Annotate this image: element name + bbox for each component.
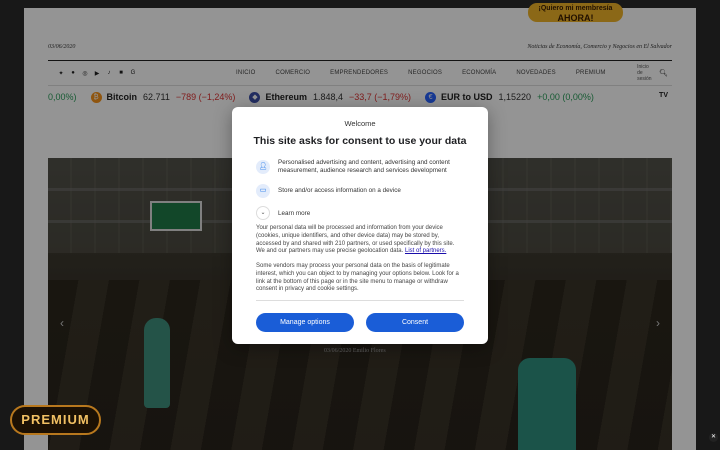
learn-more-label: Learn more — [278, 209, 311, 217]
partners-link[interactable]: List of partners. — [405, 248, 446, 254]
purpose-text: Store and/or access information on a dev… — [278, 187, 401, 194]
close-icon[interactable]: ✕ — [709, 433, 718, 442]
consent-button[interactable]: Consent — [366, 313, 464, 332]
consent-body-1: Your personal data will be processed and… — [256, 225, 464, 256]
chevron-down-icon: ⌄ — [256, 206, 270, 220]
consent-title: This site asks for consent to use your d… — [253, 135, 467, 147]
dialog-divider — [256, 300, 464, 301]
consent-body-2: Some vendors may process your personal d… — [256, 263, 459, 293]
device-icon: ▭ — [256, 184, 270, 198]
purpose-text: Personalised advertising and content, ad… — [278, 159, 450, 174]
consent-dialog: Welcome This site asks for consent to us… — [232, 107, 488, 344]
premium-badge-button[interactable]: PREMIUM — [10, 405, 101, 435]
person-icon: 👤︎ — [256, 160, 270, 174]
consent-welcome: Welcome — [344, 119, 376, 128]
manage-options-button[interactable]: Manage options — [256, 313, 354, 332]
purpose-advertising: 👤︎ Personalised advertising and content,… — [256, 159, 478, 175]
learn-more-toggle[interactable]: ⌄ Learn more — [256, 206, 310, 220]
purpose-storage: ▭ Store and/or access information on a d… — [256, 184, 478, 198]
